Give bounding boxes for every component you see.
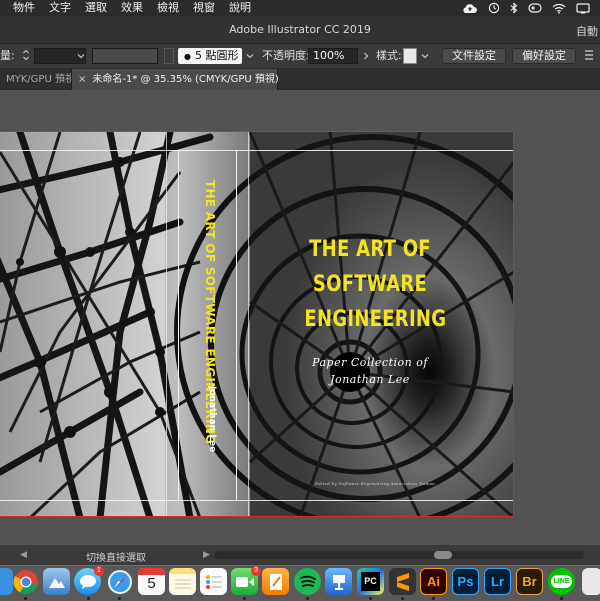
- dock: 1 5 3 PC Ai Ps Lr Br LINE: [0, 565, 600, 601]
- guide-line-horizontal: [0, 150, 513, 151]
- chevron-down-icon[interactable]: [421, 50, 429, 66]
- graphic-style-label: 樣式:: [376, 49, 402, 62]
- document-tab-bar: MYK/GPU 預視) × 未命名-1* @ 35.35% (CMYK/GPU 預…: [0, 69, 600, 91]
- stroke-weight-label: 量:: [0, 49, 15, 62]
- pycharm-label: PC: [361, 572, 380, 591]
- document-setup-button[interactable]: 文件設定: [442, 48, 506, 64]
- menu-view[interactable]: 檢視: [150, 0, 186, 16]
- chrome-icon[interactable]: [12, 568, 39, 595]
- guide-line-horizontal: [0, 500, 513, 501]
- profile-dropdown[interactable]: [164, 48, 174, 64]
- sublime-text-icon[interactable]: [389, 568, 416, 595]
- cover-title[interactable]: THE ART OF SOFTWARE ENGINEERING: [304, 232, 447, 337]
- horizontal-scrollbar[interactable]: [214, 551, 584, 559]
- panel-menu-icon[interactable]: [584, 49, 594, 65]
- cover-subtitle[interactable]: Paper Collection of Jonathan Lee: [300, 354, 440, 388]
- bridge-icon[interactable]: Br: [516, 568, 543, 595]
- menu-bar-status-icons: [462, 0, 600, 16]
- calendar-date: 5: [147, 575, 156, 592]
- chevron-right-icon[interactable]: [362, 50, 370, 66]
- line-icon[interactable]: LINE: [548, 568, 575, 595]
- status-menu-left-icon[interactable]: ◀: [20, 550, 27, 560]
- bluetooth-icon[interactable]: [510, 2, 518, 14]
- keynote-icon[interactable]: [325, 568, 352, 595]
- opacity-label: 不透明度:: [262, 49, 310, 62]
- brush-definition-value: 5 點圓形: [194, 49, 239, 62]
- menu-bar: 物件 文字 選取 效果 檢視 視窗 說明: [0, 0, 600, 16]
- horizontal-scrollbar-thumb[interactable]: [434, 551, 452, 559]
- graphic-style-swatch[interactable]: [403, 48, 417, 64]
- workspace-switcher[interactable]: 自動: [576, 23, 600, 39]
- line-label: LINE: [550, 575, 573, 588]
- preferences-button[interactable]: 偏好設定: [512, 48, 576, 64]
- window-title: Adobe Illustrator CC 2019: [229, 23, 371, 36]
- variable-width-profile[interactable]: [92, 48, 158, 64]
- pycharm-icon[interactable]: PC: [357, 568, 384, 595]
- cover-credit[interactable]: Edited by Software Engineering Associati…: [290, 481, 460, 486]
- menu-window[interactable]: 視窗: [186, 0, 222, 16]
- tab-previous-document[interactable]: MYK/GPU 預視): [0, 69, 72, 90]
- spine-edge-line-left: [166, 132, 167, 516]
- safari-icon[interactable]: [106, 568, 133, 595]
- status-bar: ◀ 切換直接選取 ▶: [0, 545, 600, 565]
- system-preferences-icon[interactable]: [582, 568, 600, 595]
- menu-effect[interactable]: 效果: [114, 0, 150, 16]
- spine-fold-line-left: [178, 150, 179, 500]
- display-icon[interactable]: [576, 2, 590, 14]
- menu-type[interactable]: 文字: [42, 0, 78, 16]
- status-tool-label: 切換直接選取: [86, 553, 146, 564]
- spine-edge-line-right: [248, 132, 249, 516]
- menu-object[interactable]: 物件: [0, 0, 42, 16]
- cover-title-line: ENGINEERING: [304, 307, 447, 332]
- lightroom-icon[interactable]: Lr: [484, 568, 511, 595]
- cloud-upload-icon[interactable]: [462, 3, 478, 14]
- canvas[interactable]: THE ART OF SOFTWARE ENGINEERING Jonathan…: [0, 90, 600, 545]
- window-title-bar: Adobe Illustrator CC 2019 自動: [0, 16, 600, 44]
- calendar-icon[interactable]: 5: [138, 568, 165, 595]
- spine-author[interactable]: Jonathan Lee: [193, 386, 217, 452]
- illustrator-icon[interactable]: Ai: [420, 568, 447, 595]
- notes-icon[interactable]: [169, 568, 196, 595]
- preview-icon[interactable]: [43, 568, 70, 595]
- cover-title-line: THE ART OF: [309, 237, 431, 262]
- control-bar: 量: ● 5 點圓形 不透明度: 100% 樣式: 文件設定 偏好設定: [0, 44, 600, 69]
- artboard[interactable]: THE ART OF SOFTWARE ENGINEERING Jonathan…: [0, 131, 514, 517]
- cover-title-line: SOFTWARE: [312, 272, 428, 297]
- pages-icon[interactable]: [262, 568, 289, 595]
- chevron-down-icon[interactable]: [77, 50, 85, 66]
- brush-definition-select[interactable]: ● 5 點圓形: [178, 48, 242, 64]
- menu-select[interactable]: 選取: [78, 0, 114, 16]
- sync-icon[interactable]: [528, 2, 542, 14]
- photoshop-icon[interactable]: Ps: [452, 568, 479, 595]
- cover-subtitle-line: Paper Collection of: [312, 356, 428, 369]
- reminders-icon[interactable]: [200, 568, 227, 595]
- wifi-icon[interactable]: [552, 3, 566, 14]
- cover-subtitle-line: Jonathan Lee: [330, 373, 410, 386]
- status-menu-right-icon[interactable]: ▶: [203, 550, 210, 560]
- time-machine-icon[interactable]: [488, 2, 500, 14]
- tab-active-label: 未命名-1* @ 35.35% (CMYK/GPU 預視): [92, 74, 279, 85]
- close-icon[interactable]: ×: [78, 74, 86, 85]
- facetime-badge: 3: [251, 566, 261, 576]
- menu-help[interactable]: 說明: [222, 0, 258, 16]
- opacity-field[interactable]: 100%: [308, 48, 358, 64]
- tab-active-document[interactable]: × 未命名-1* @ 35.35% (CMYK/GPU 預視): [72, 69, 279, 90]
- chevron-down-icon[interactable]: [246, 50, 254, 66]
- messages-badge: 1: [94, 566, 104, 576]
- stroke-weight-stepper-icon[interactable]: [22, 48, 30, 64]
- spine-title[interactable]: THE ART OF SOFTWARE ENGINEERING: [193, 180, 217, 444]
- spine-fold-line-right: [236, 150, 237, 500]
- spotify-icon[interactable]: [294, 568, 321, 595]
